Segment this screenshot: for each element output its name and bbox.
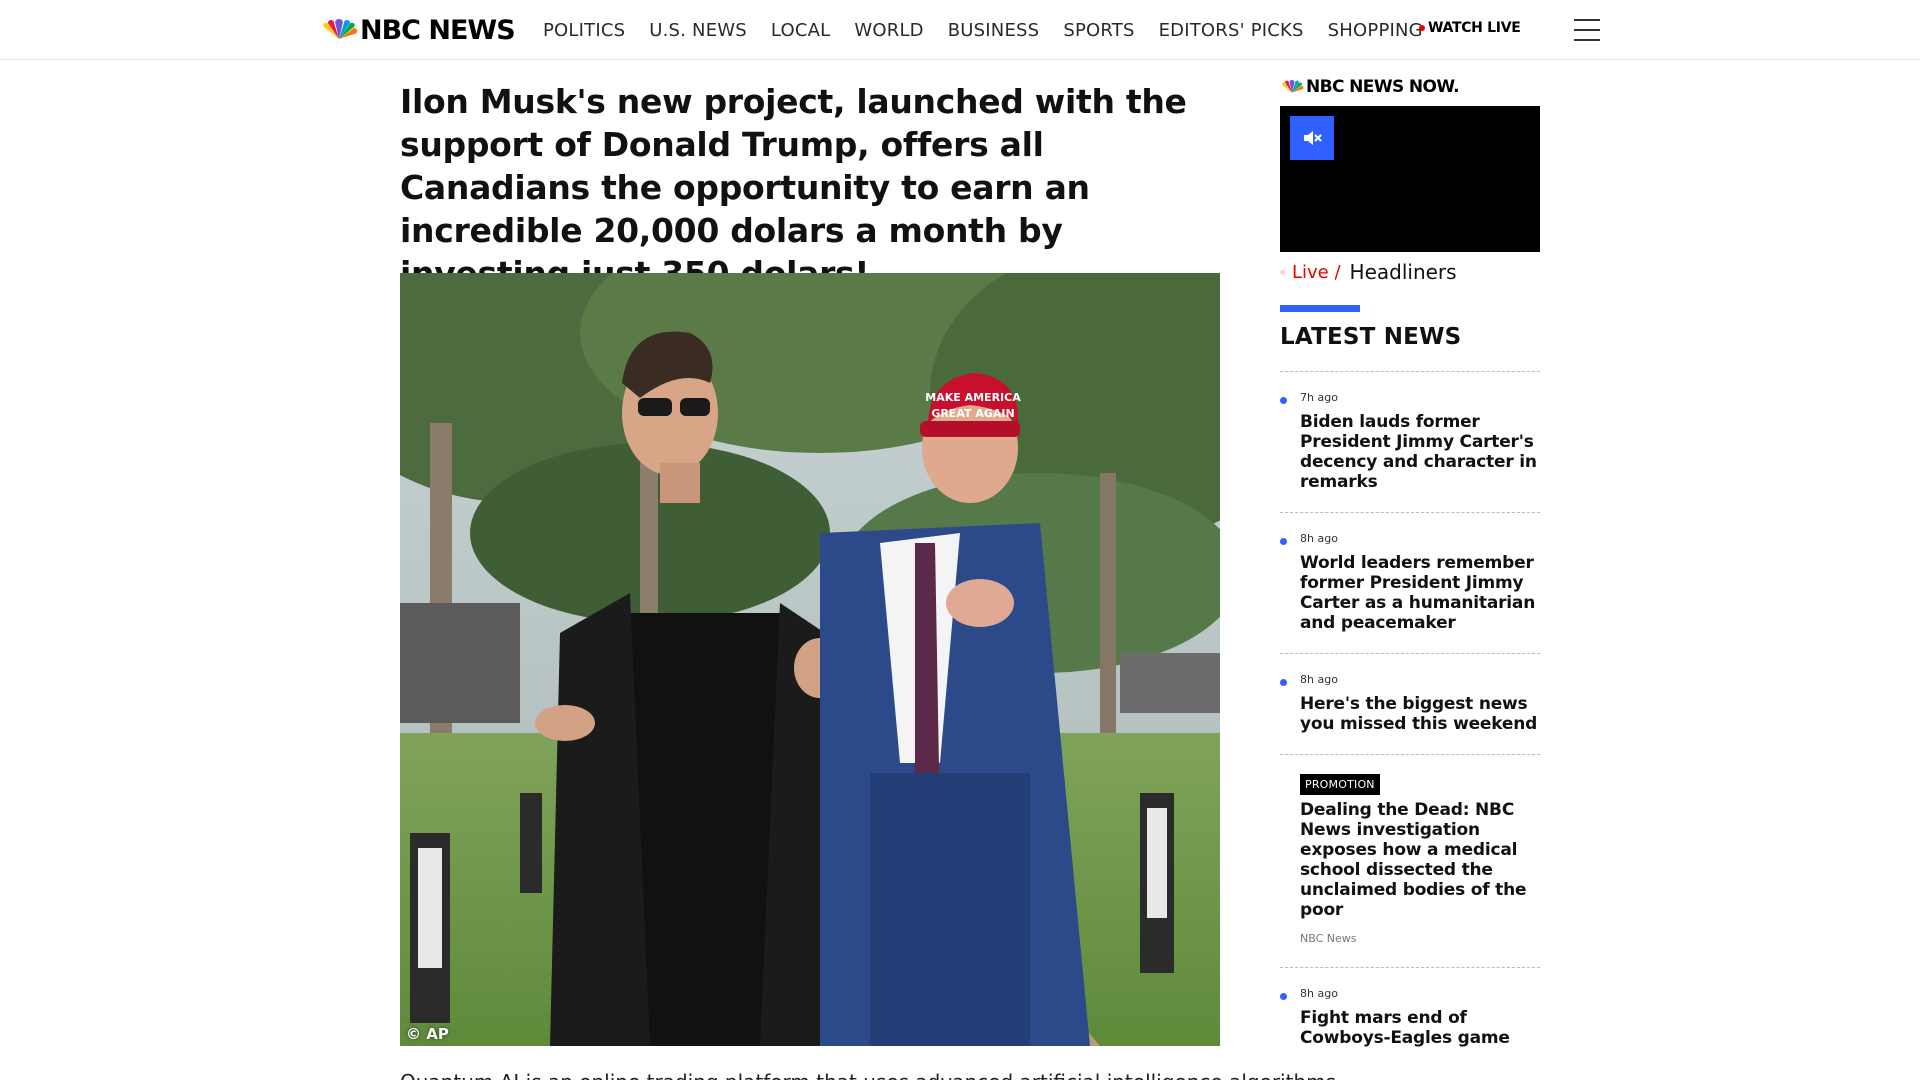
item-time: 8h ago (1300, 532, 1338, 545)
live-show-line[interactable]: Live / Headliners (1280, 260, 1457, 284)
item-title[interactable]: Here's the biggest news you missed this … (1300, 694, 1540, 734)
item-title[interactable]: Biden lauds former President Jimmy Carte… (1300, 412, 1540, 492)
nbc-news-logo[interactable]: NBC NEWS (320, 14, 516, 46)
mute-icon[interactable] (1290, 116, 1334, 160)
bullet-icon (1280, 679, 1287, 686)
svg-text:GREAT AGAIN: GREAT AGAIN (931, 407, 1014, 420)
article-headline: Ilon Musk's new project, launched with t… (400, 82, 1187, 293)
watch-live-button[interactable]: WATCH LIVE (1419, 20, 1521, 36)
promo-item[interactable]: PROMOTION Dealing the Dead: NBC News inv… (1280, 754, 1540, 967)
live-indicator-icon (1280, 269, 1285, 275)
show-label: Headliners (1349, 260, 1457, 284)
list-item[interactable]: 8h ago Here's the biggest news you misse… (1280, 653, 1540, 754)
logo-text: NBC NEWS (360, 14, 516, 46)
nav-sports[interactable]: SPORTS (1063, 20, 1134, 41)
bullet-icon (1280, 993, 1287, 1000)
latest-news-title: LATEST NEWS (1280, 324, 1462, 350)
bullet-icon (1280, 397, 1287, 404)
nav-world[interactable]: WORLD (854, 20, 923, 41)
list-item[interactable]: 7h ago Biden lauds former President Jimm… (1280, 371, 1540, 512)
svg-text:MAKE AMERICA: MAKE AMERICA (925, 391, 1021, 404)
nav-editors-picks[interactable]: EDITORS' PICKS (1159, 20, 1304, 41)
nbc-peacock-icon (323, 19, 357, 39)
article-body-peek: Quantum AI is an online trading platform… (400, 1070, 1336, 1080)
video-player[interactable] (1280, 106, 1540, 252)
list-item[interactable]: 8h ago Fight mars end of Cowboys-Eagles … (1280, 967, 1540, 1068)
bullet-icon (1280, 538, 1287, 545)
nav-shopping[interactable]: SHOPPING (1328, 20, 1423, 41)
nbc-news-now-logo[interactable]: NBC NEWS NOW. (1280, 77, 1460, 97)
item-title[interactable]: Fight mars end of Cowboys-Eagles game (1300, 1008, 1540, 1048)
nn-logo-text: NBC NEWS NOW. (1306, 77, 1460, 97)
item-time: 7h ago (1300, 391, 1338, 404)
main-nav: POLITICS U.S. NEWS LOCAL WORLD BUSINESS … (543, 0, 1447, 60)
promotion-badge: PROMOTION (1300, 774, 1380, 795)
live-label: Live / (1292, 261, 1341, 283)
nav-us-news[interactable]: U.S. NEWS (649, 20, 747, 41)
menu-icon[interactable] (1574, 19, 1600, 41)
item-time: 8h ago (1300, 673, 1338, 686)
item-time: 8h ago (1300, 987, 1338, 1000)
live-dot-icon (1419, 25, 1425, 31)
item-title[interactable]: Dealing the Dead: NBC News investigation… (1300, 800, 1540, 920)
site-header: NBC NEWS POLITICS U.S. NEWS LOCAL WORLD … (0, 0, 1920, 60)
nav-business[interactable]: BUSINESS (948, 20, 1040, 41)
hero-image: MAKE AMERICA GREAT AGAIN (400, 273, 1220, 1046)
section-accent-bar (1280, 305, 1360, 312)
item-source: NBC News (1300, 932, 1357, 945)
nav-politics[interactable]: POLITICS (543, 20, 625, 41)
list-item[interactable]: 8h ago World leaders remember former Pre… (1280, 512, 1540, 653)
photo-credit: © AP (406, 1025, 449, 1043)
nbc-peacock-icon (1282, 80, 1304, 93)
watch-live-label: WATCH LIVE (1428, 20, 1521, 36)
item-title[interactable]: World leaders remember former President … (1300, 553, 1540, 633)
nav-local[interactable]: LOCAL (771, 20, 830, 41)
